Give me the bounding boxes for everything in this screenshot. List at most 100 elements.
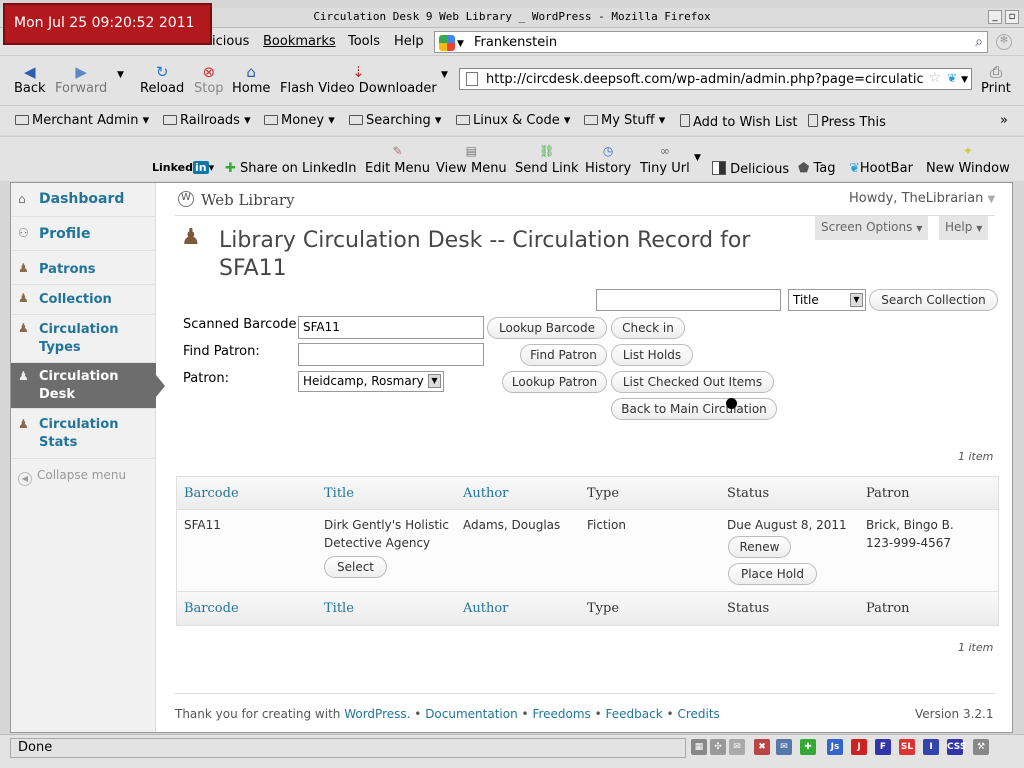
linkedin-button[interactable]: Linked in ▾ [152,161,214,174]
search-icon[interactable]: ⌕ [975,34,983,50]
minimize-button[interactable]: _ [988,10,1002,24]
url-input[interactable]: http://circdesk.deepsoft.com/wp-admin/ad… [486,72,926,87]
addon-icon[interactable]: ✣ [710,739,726,755]
help-button[interactable]: Help ▼ [939,216,989,240]
sidebar-item-collection[interactable]: ♟ Collection [11,285,156,315]
tag-button[interactable]: ⬟ Tag [798,161,835,176]
sidebar-item-circulation-desk[interactable]: ♟ Circulation Desk [11,363,165,409]
puzzle-icon[interactable]: ✚ [800,739,816,755]
chevron-down-icon[interactable]: ▼ [694,153,701,163]
tiny-url-button[interactable]: ∞ Tiny Url [640,144,690,176]
flash-video-downloader-button[interactable]: ⇣ Flash Video Downloader [280,63,437,96]
row-patron-link[interactable]: Brick, Bingo B. [866,516,954,534]
documentation-link[interactable]: Documentation [425,707,518,721]
search-collection-button[interactable]: Search Collection [869,289,998,311]
home-button[interactable]: ⌂ Home [232,63,270,96]
bookmark-folder-railroads[interactable]: Railroads ▾ [163,113,251,128]
message-icon[interactable]: ✉ [776,739,792,755]
search-field-select[interactable]: Title ▼ [788,289,866,311]
find-patron-button[interactable]: Find Patron [520,344,607,366]
print-button[interactable]: ⎙ Print [981,63,1011,96]
web-search-input[interactable]: Frankenstein [474,35,557,50]
column-header-title[interactable]: Title [324,486,354,501]
menu-delicious[interactable]: icious [212,34,249,49]
delicious-button[interactable]: Delicious [712,161,789,177]
howdy-menu[interactable]: Howdy, TheLibrarian ▼ [849,191,995,206]
place-hold-button[interactable]: Place Hold [728,563,817,585]
collapse-menu[interactable]: ◀ Collapse menu [18,468,126,486]
hootbar-button[interactable]: ❦HootBar [849,161,913,176]
search-collection-input[interactable] [596,289,781,311]
chevron-down-icon[interactable]: ▼ [961,75,968,85]
list-holds-button[interactable]: List Holds [611,344,693,366]
menu-help[interactable]: Help [394,34,424,49]
web-search-box[interactable]: ▼ Frankenstein ⌕ [434,31,988,53]
bookmark-folder-money[interactable]: Money ▾ [264,113,335,128]
back-button[interactable]: ◀ Back [14,63,46,96]
menu-bookmarks[interactable]: Bookmarks [263,34,336,49]
renew-button[interactable]: Renew [728,536,791,558]
column-footer-author[interactable]: Author [463,601,508,616]
settings-icon[interactable]: ✻ [996,34,1012,50]
screen-options-button[interactable]: Screen Options ▼ [815,216,929,240]
freedoms-link[interactable]: Freedoms [532,707,590,721]
tools-icon[interactable]: ⚒ [973,739,989,755]
menu-tools[interactable]: Tools [348,34,380,49]
send-link-button[interactable]: ⛓ Send Link [515,144,579,176]
url-bar[interactable]: http://circdesk.deepsoft.com/wp-admin/ad… [459,68,972,90]
scanned-barcode-input[interactable]: SFA11 [298,316,484,339]
overflow-chevron-icon[interactable]: » [1000,113,1008,128]
css-icon[interactable]: CSS [947,739,966,755]
chevron-down-icon[interactable]: ▼ [457,39,464,49]
column-header-barcode[interactable]: Barcode [184,486,239,501]
bookmark-folder-searching[interactable]: Searching ▾ [349,113,441,128]
stop-button[interactable]: ⊗ Stop [194,63,224,96]
sidebar-item-circulation-stats[interactable]: ♟ Circulation Stats [11,411,156,459]
reload-button[interactable]: ↻ Reload [140,63,184,96]
sidebar-item-dashboard[interactable]: ⌂ Dashboard [11,183,156,217]
java-icon[interactable]: J [851,739,867,755]
flash-icon[interactable]: F [875,739,891,755]
js-icon[interactable]: Js [827,739,843,755]
select-button[interactable]: Select [324,556,387,578]
history-dropdown-icon[interactable]: ▼ [117,70,124,80]
feedback-link[interactable]: Feedback [606,707,663,721]
bookmark-folder-my-stuff[interactable]: My Stuff ▾ [584,113,665,128]
view-menu-button[interactable]: ▤ View Menu [436,144,507,176]
sidebar-item-profile[interactable]: ⚇ Profile [11,217,156,251]
patron-select[interactable]: Heidcamp, Rosmary ▼ [298,371,444,392]
info-icon[interactable]: I [923,739,939,755]
bookmark-folder-linux-code[interactable]: Linux & Code ▾ [456,113,570,128]
wordpress-link[interactable]: WordPress. [344,707,410,721]
bookmark-add-to-wish-list[interactable]: Add to Wish List [680,113,798,130]
maximize-button[interactable]: ▫ [1005,10,1019,24]
blocked-icon[interactable]: ✖ [754,739,770,755]
bookmark-press-this[interactable]: Press This [808,113,886,130]
silverlight-icon[interactable]: SL [899,739,915,755]
site-title[interactable]: Web Library [201,191,295,209]
sidebar-item-patrons[interactable]: ♟ Patrons [11,255,156,285]
forward-button[interactable]: ▶ Forward [55,63,107,96]
share-on-linkedin-button[interactable]: ✚ Share on LinkedIn [225,161,357,176]
column-footer-barcode[interactable]: Barcode [184,601,239,616]
find-patron-input[interactable] [298,343,484,366]
chevron-down-icon[interactable]: ▼ [441,70,448,80]
twitter-icon[interactable]: ❦ [947,71,957,85]
back-to-main-circulation-button[interactable]: Back to Main Circulation [611,398,777,420]
new-window-button[interactable]: ✦ New Window [926,144,1010,176]
column-footer-title[interactable]: Title [324,601,354,616]
wordpress-logo-icon: W [178,191,194,207]
bookmark-folder-merchant-admin[interactable]: Merchant Admin ▾ [15,113,149,128]
list-checked-out-items-button[interactable]: List Checked Out Items [611,371,774,393]
history-button[interactable]: ◷ History [585,144,631,176]
column-header-author[interactable]: Author [463,486,508,501]
grid-icon[interactable]: ▦ [691,739,707,755]
sidebar-item-circulation-types[interactable]: ♟ Circulation Types [11,315,156,363]
check-in-button[interactable]: Check in [611,317,685,339]
lookup-patron-button[interactable]: Lookup Patron [502,371,607,393]
edit-menu-button[interactable]: ✎ Edit Menu [365,144,430,176]
lookup-barcode-button[interactable]: Lookup Barcode [487,317,607,339]
credits-link[interactable]: Credits [677,707,719,721]
star-icon[interactable]: ☆ [928,70,941,86]
mail-icon[interactable]: ✉ [729,739,745,755]
